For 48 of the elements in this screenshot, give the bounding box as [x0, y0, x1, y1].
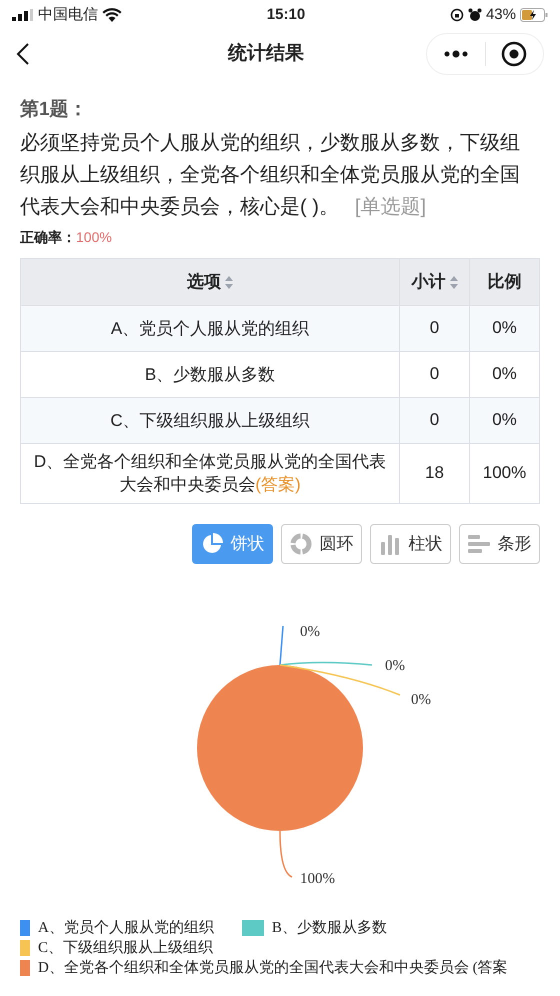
battery-percent: 43% [486, 4, 516, 25]
signal-icon [12, 9, 34, 21]
data-label: 100% [300, 870, 335, 886]
donut-chart-icon [290, 532, 312, 554]
chart-type-tab[interactable]: 圆环 [281, 524, 362, 564]
data-label: 0% [411, 692, 431, 708]
leader-line [279, 830, 292, 878]
column-header: 选项 [20, 258, 400, 305]
accuracy-value: 100% [76, 228, 112, 246]
pie-chart-icon [200, 532, 222, 554]
table-cell: 0 [400, 397, 470, 443]
table-cell: D、全党各个组织和全体党员服从党的全国代表大会和中央委员会(答案) [20, 443, 400, 503]
table-cell: A、党员个人服从党的组织 [20, 305, 400, 351]
table-cell: 0% [470, 351, 540, 397]
carrier-name: 中国电信 [38, 4, 98, 25]
accuracy-label: 正确率： [20, 228, 76, 246]
table-cell: C、下级组织服从上级组织 [20, 397, 400, 443]
status-time: 15:10 [266, 4, 306, 25]
legend-label: A、党员个人服从党的组织 [38, 918, 214, 938]
back-icon [16, 42, 30, 66]
data-label: 0% [300, 624, 320, 640]
page-title: 统计结果 [226, 42, 304, 66]
table-cell: 18 [400, 443, 470, 503]
table-cell: 0 [400, 351, 470, 397]
table-cell: 0% [470, 397, 540, 443]
target-icon [501, 41, 528, 67]
data-label: 0% [385, 658, 405, 674]
chart-type-tab[interactable]: 柱状 [370, 524, 451, 564]
table-cell: 100% [470, 443, 540, 503]
table-cell: 0% [470, 305, 540, 351]
wifi-icon [102, 8, 122, 22]
legend-label: D、全党各个组织和全体党员服从党的全国代表大会和中央委员会 (答案 [38, 958, 508, 978]
column-chart-icon [378, 532, 400, 554]
answer-tag: (答案) [255, 475, 301, 494]
question-text: 必须坚持党员个人服从党的组织，少数服从多数，下级组织服从上级组织，全党各个组织和全体党员服从党的全国代表大会和中央委员会，核心是( )。 [单选题] [20, 130, 521, 220]
chart-type-tab[interactable]: 条形 [459, 524, 540, 564]
legend-label: C、下级组织服从上级组织 [38, 938, 214, 958]
table-cell: 0 [400, 305, 470, 351]
column-header: 比例 [470, 258, 540, 305]
rotation-lock-icon [450, 8, 464, 22]
bar-chart-icon [468, 532, 490, 554]
table-cell: B、少数服从多数 [20, 351, 400, 397]
column-header: 小计 [400, 258, 470, 305]
legend-label: B、少数服从多数 [272, 918, 387, 938]
question-heading: 第1题： [20, 98, 89, 122]
battery-icon [520, 8, 548, 22]
alarm-icon [468, 8, 482, 22]
more-icon [444, 50, 468, 58]
